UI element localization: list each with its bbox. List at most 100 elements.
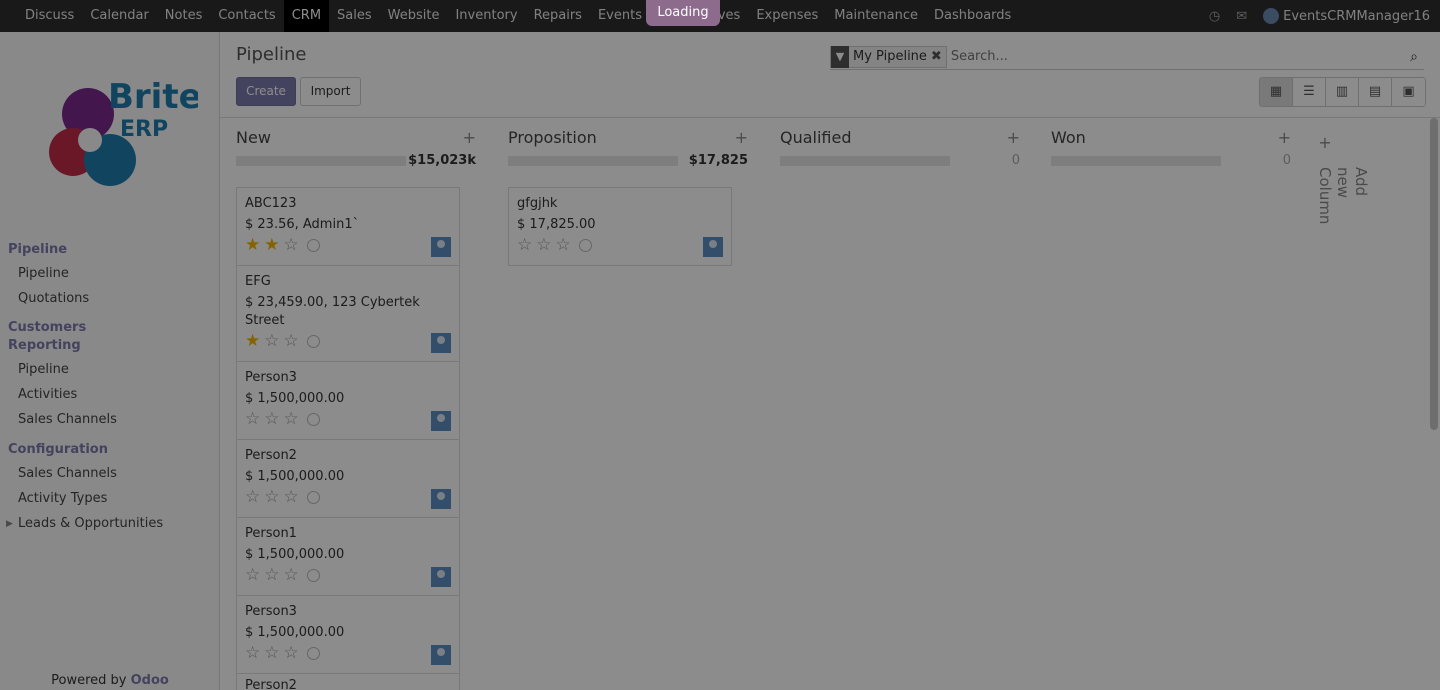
quick-create-icon[interactable]: + xyxy=(1007,128,1020,147)
star-icon[interactable]: ☆ xyxy=(284,488,299,506)
clock-icon[interactable]: ◷ xyxy=(1209,9,1220,24)
clock-icon[interactable] xyxy=(306,412,320,426)
star-icon[interactable]: ☆ xyxy=(245,488,260,506)
add-column-label[interactable]: Add new Column xyxy=(1316,167,1370,224)
column-progress-bar[interactable] xyxy=(780,156,950,166)
odoo-link[interactable]: Odoo xyxy=(131,673,169,688)
star-icon[interactable]: ☆ xyxy=(245,410,260,428)
menu-contacts[interactable]: Contacts xyxy=(210,0,283,32)
star-icon[interactable]: ☆ xyxy=(284,644,299,662)
avatar xyxy=(1263,8,1280,24)
column-title[interactable]: New xyxy=(236,128,271,147)
quick-create-icon[interactable]: + xyxy=(463,128,476,147)
clock-icon[interactable] xyxy=(306,490,320,504)
card-name: Person1 xyxy=(245,526,297,541)
kanban-card[interactable]: Person3 $ 1,500,000.00 ☆ ☆ ☆ xyxy=(236,361,460,440)
sidebar-item-leads-opportunities[interactable]: ▶ Leads & Opportunities xyxy=(0,515,219,540)
avatar xyxy=(703,237,723,257)
menu-website[interactable]: Website xyxy=(380,0,448,32)
user-menu[interactable]: EventsCRMManager16 xyxy=(1263,8,1430,24)
column-title[interactable]: Qualified xyxy=(780,128,852,147)
kanban-card[interactable]: EFG $ 23,459.00, 123 Cybertek Street ★ ☆… xyxy=(236,265,460,362)
star-icon[interactable]: ☆ xyxy=(284,410,299,428)
scrollbar[interactable] xyxy=(1430,118,1438,430)
sidebar: Brite ERP Pipeline Pipeline Quotations C… xyxy=(0,32,220,690)
column-title[interactable]: Won xyxy=(1051,128,1086,147)
column-progress-bar[interactable] xyxy=(236,156,406,166)
card-description: $ 23.56, Admin1` xyxy=(245,217,360,232)
card-description: $ 17,825.00 xyxy=(517,217,596,232)
menu-crm[interactable]: CRM xyxy=(283,0,330,32)
kanban-icon[interactable]: ▦ xyxy=(1260,78,1293,106)
sidebar-item-quotations[interactable]: Quotations xyxy=(0,290,219,315)
star-icon[interactable]: ☆ xyxy=(517,236,532,254)
star-icon[interactable]: ☆ xyxy=(536,236,551,254)
menu-sales[interactable]: Sales xyxy=(329,0,380,32)
search-input[interactable] xyxy=(950,49,1404,64)
menu-expenses[interactable]: Expenses xyxy=(748,0,826,32)
sidebar-item-report-pipeline[interactable]: Pipeline xyxy=(0,361,219,386)
sidebar-item-config-sales-channels[interactable]: Sales Channels xyxy=(0,465,219,490)
clock-icon[interactable] xyxy=(306,334,320,348)
column-progress-bar[interactable] xyxy=(1051,156,1221,166)
star-icon[interactable]: ☆ xyxy=(284,566,299,584)
star-icon[interactable]: ☆ xyxy=(284,332,299,350)
card-name: EFG xyxy=(245,274,271,289)
column-progress-bar[interactable] xyxy=(508,156,678,166)
quick-create-icon[interactable]: + xyxy=(1278,128,1291,147)
sidebar-item-activities[interactable]: Activities xyxy=(0,386,219,411)
calendar-icon[interactable]: ▣ xyxy=(1392,78,1425,106)
kanban-card[interactable]: gfgjhk $ 17,825.00 ☆ ☆ ☆ xyxy=(508,187,732,266)
import-button[interactable]: Import xyxy=(300,77,361,106)
star-icon[interactable]: ☆ xyxy=(264,332,279,350)
star-icon[interactable]: ☆ xyxy=(245,644,260,662)
sidebar-item-sales-channels[interactable]: Sales Channels xyxy=(0,411,219,436)
star-icon[interactable]: ★ xyxy=(245,332,260,350)
star-icon[interactable]: ☆ xyxy=(264,488,279,506)
star-icon[interactable]: ★ xyxy=(245,236,260,254)
page-title: Pipeline xyxy=(236,44,307,65)
sidebar-item-pipeline[interactable]: Pipeline xyxy=(0,265,219,290)
star-icon[interactable]: ☆ xyxy=(245,566,260,584)
clock-icon[interactable] xyxy=(578,238,592,252)
graph-icon[interactable]: ▥ xyxy=(1326,78,1359,106)
menu-maintenance[interactable]: Maintenance xyxy=(826,0,926,32)
star-icon[interactable]: ★ xyxy=(264,236,279,254)
menu-calendar[interactable]: Calendar xyxy=(82,0,156,32)
plus-icon[interactable]: + xyxy=(1310,133,1340,152)
sidebar-section-customers[interactable]: Customers xyxy=(0,319,219,337)
close-icon[interactable]: ✖ xyxy=(931,49,946,64)
chat-icon[interactable]: ✉ xyxy=(1236,9,1247,24)
clock-icon[interactable] xyxy=(306,238,320,252)
menu-dashboards[interactable]: Dashboards xyxy=(926,0,1019,32)
create-button[interactable]: Create xyxy=(236,77,296,106)
pivot-icon[interactable]: ▤ xyxy=(1359,78,1392,106)
clock-icon[interactable] xyxy=(306,568,320,582)
menu-inventory[interactable]: Inventory xyxy=(447,0,525,32)
kanban-card[interactable]: Person2 xyxy=(236,673,460,690)
star-icon[interactable]: ☆ xyxy=(264,410,279,428)
card-name: Person3 xyxy=(245,604,297,619)
kanban-card[interactable]: Person3 $ 1,500,000.00 ☆ ☆ ☆ xyxy=(236,595,460,674)
kanban-card[interactable]: ABC123 $ 23.56, Admin1` ★ ★ ☆ xyxy=(236,187,460,266)
powered-prefix: Powered by xyxy=(51,673,127,688)
column-title[interactable]: Proposition xyxy=(508,128,597,147)
menu-repairs[interactable]: Repairs xyxy=(526,0,590,32)
sidebar-section-pipeline[interactable]: Pipeline xyxy=(0,241,219,263)
kanban-card[interactable]: Person2 $ 1,500,000.00 ☆ ☆ ☆ xyxy=(236,439,460,518)
list-icon[interactable]: ☰ xyxy=(1293,78,1326,106)
star-icon[interactable]: ☆ xyxy=(264,566,279,584)
clock-icon[interactable] xyxy=(306,646,320,660)
menu-events[interactable]: Events xyxy=(590,0,650,32)
add-column[interactable]: + Add new Column xyxy=(1310,133,1370,224)
star-icon[interactable]: ☆ xyxy=(284,236,299,254)
control-panel-divider xyxy=(220,117,1440,118)
quick-create-icon[interactable]: + xyxy=(735,128,748,147)
kanban-card[interactable]: Person1 $ 1,500,000.00 ☆ ☆ ☆ xyxy=(236,517,460,596)
menu-notes[interactable]: Notes xyxy=(157,0,211,32)
sidebar-item-activity-types[interactable]: Activity Types xyxy=(0,490,219,515)
search-icon[interactable]: ⌕ xyxy=(1404,49,1424,65)
star-icon[interactable]: ☆ xyxy=(556,236,571,254)
menu-discuss[interactable]: Discuss xyxy=(17,0,82,32)
star-icon[interactable]: ☆ xyxy=(264,644,279,662)
